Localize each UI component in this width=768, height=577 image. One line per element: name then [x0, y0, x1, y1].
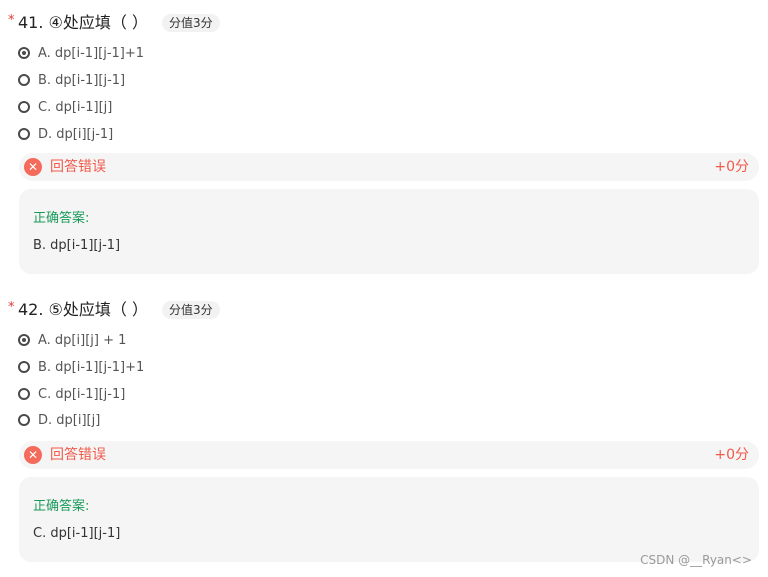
option-d[interactable]: D. dp[i][j-1] [18, 124, 113, 144]
option-label: B. dp[i-1][j-1] [38, 72, 126, 88]
watermark: CSDN @__Ryan<> [640, 553, 752, 567]
radio-icon[interactable] [18, 361, 30, 373]
wrong-icon: ✕ [24, 446, 42, 464]
option-label: C. dp[i-1][j-1] [38, 386, 126, 402]
correct-answer-value: B. dp[i-1][j-1] [33, 238, 121, 253]
result-text: 回答错误 [50, 447, 106, 463]
correct-answer-box: 正确答案: B. dp[i-1][j-1] [19, 189, 759, 274]
correct-answer-label: 正确答案: [33, 499, 90, 514]
radio-icon[interactable] [18, 101, 30, 113]
option-label: C. dp[i-1][j] [38, 99, 113, 115]
option-c[interactable]: C. dp[i-1][j-1] [18, 384, 125, 404]
radio-icon[interactable] [18, 388, 30, 400]
required-star: * [8, 300, 15, 315]
option-label: A. dp[i-1][j-1]+1 [38, 45, 145, 61]
result-score: +0分 [714, 447, 749, 463]
option-a[interactable]: A. dp[i][j] + 1 [18, 330, 126, 350]
result-text: 回答错误 [50, 159, 106, 175]
correct-answer-value: C. dp[i-1][j-1] [33, 526, 121, 541]
wrong-icon: ✕ [24, 158, 42, 176]
score-badge: 分值3分 [162, 301, 220, 319]
result-bar: ✕ 回答错误 +0分 [19, 441, 759, 469]
option-d[interactable]: D. dp[i][j] [18, 410, 100, 430]
option-c[interactable]: C. dp[i-1][j] [18, 97, 112, 117]
required-star: * [8, 13, 15, 28]
radio-icon[interactable] [18, 414, 30, 426]
question-title: 41. ④处应填（ ） [18, 13, 148, 32]
radio-icon[interactable] [18, 128, 30, 140]
option-a[interactable]: A. dp[i-1][j-1]+1 [18, 43, 144, 63]
result-bar: ✕ 回答错误 +0分 [19, 153, 759, 181]
correct-answer-label: 正确答案: [33, 211, 90, 226]
radio-checked-icon[interactable] [18, 334, 30, 346]
option-b[interactable]: B. dp[i-1][j-1] [18, 70, 125, 90]
question-title: 42. ⑤处应填（ ） [18, 300, 148, 319]
result-score: +0分 [714, 159, 749, 175]
radio-icon[interactable] [18, 74, 30, 86]
option-label: D. dp[i][j] [38, 412, 101, 428]
option-label: A. dp[i][j] + 1 [38, 332, 127, 348]
option-label: D. dp[i][j-1] [38, 126, 114, 142]
score-badge: 分值3分 [162, 14, 220, 32]
option-b[interactable]: B. dp[i-1][j-1]+1 [18, 357, 144, 377]
option-label: B. dp[i-1][j-1]+1 [38, 359, 145, 375]
correct-answer-box: 正确答案: C. dp[i-1][j-1] [19, 477, 759, 562]
radio-checked-icon[interactable] [18, 47, 30, 59]
